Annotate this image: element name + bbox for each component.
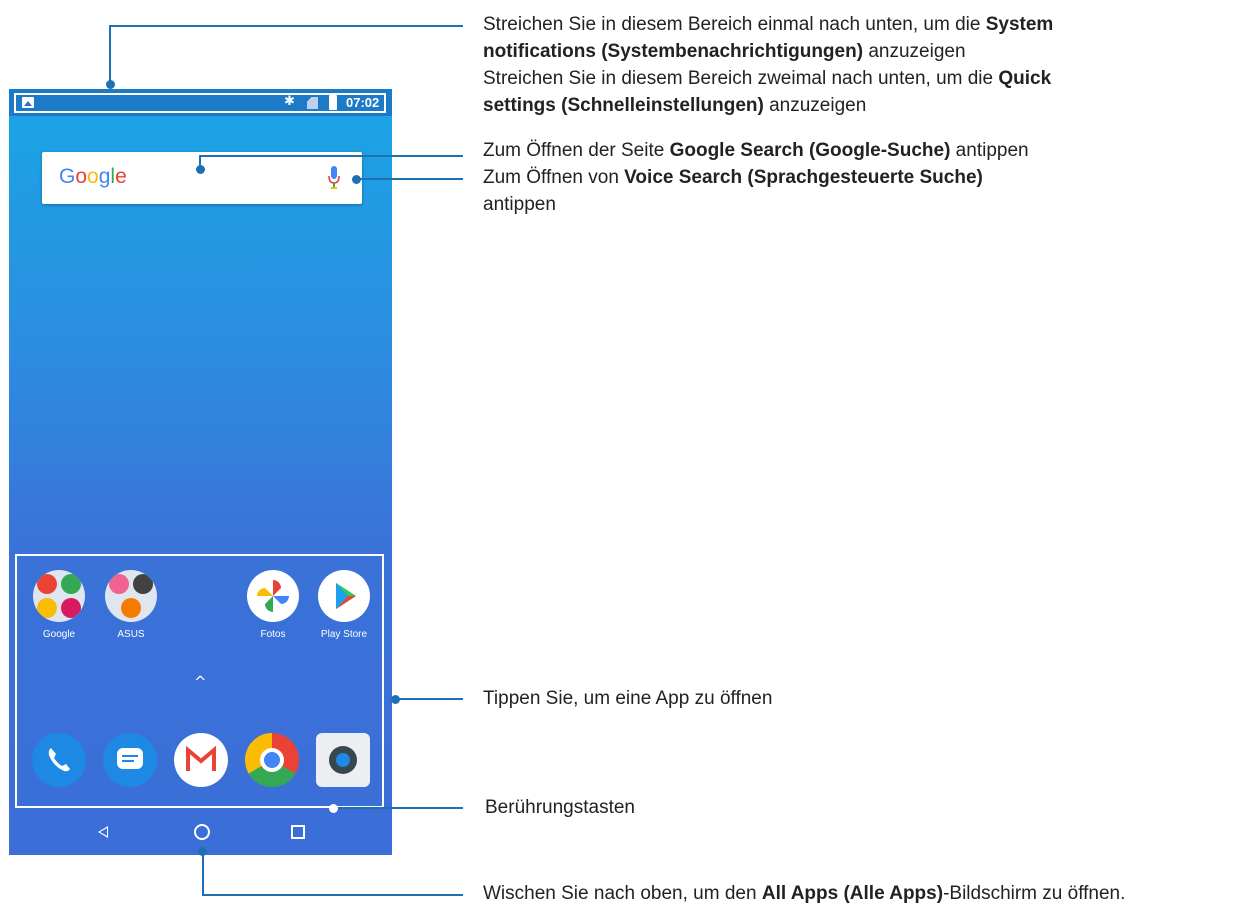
callout-dot: [196, 165, 205, 174]
dock-phone[interactable]: [24, 733, 94, 787]
callout-google-search: Zum Öffnen der Seite Google Search (Goog…: [483, 140, 1029, 161]
app-label: ASUS: [117, 629, 145, 640]
chrome-icon: [245, 733, 299, 787]
status-bar[interactable]: ✱ 07:02: [9, 89, 392, 116]
callout-dot: [329, 804, 338, 813]
callout-line: [202, 851, 204, 896]
play-store-icon: [318, 570, 370, 622]
callout-all-apps: Wischen Sie nach oben, um den All Apps (…: [483, 883, 1126, 904]
google-search-bar[interactable]: Google: [42, 152, 362, 204]
callout-line: [109, 25, 111, 84]
callout-dot: [106, 80, 115, 89]
callout-line: [356, 178, 463, 180]
recents-button-icon[interactable]: [291, 825, 305, 839]
callout-line: [199, 155, 463, 157]
callout-dot: [352, 175, 361, 184]
app-play-store[interactable]: Play Store: [309, 570, 379, 640]
dock-messages[interactable]: [95, 733, 165, 787]
battery-icon: [329, 95, 337, 110]
bluetooth-icon: ✱: [284, 94, 295, 109]
photos-pinwheel-icon: [247, 570, 299, 622]
app-label: Google: [42, 629, 76, 640]
gmail-icon: [174, 733, 228, 787]
callout-dot: [198, 847, 207, 856]
dock-gmail[interactable]: [166, 733, 236, 787]
callout-line: [396, 698, 463, 700]
callout-voice-search: Zum Öffnen von Voice Search (Sprachgeste…: [483, 167, 983, 215]
camera-icon: [316, 733, 370, 787]
app-fotos[interactable]: Fotos: [238, 570, 308, 640]
mic-icon[interactable]: [328, 166, 340, 190]
callout-open-app: Tippen Sie, um eine App zu öffnen: [483, 688, 773, 709]
callout-touch-keys: Berührungstasten: [485, 797, 635, 818]
app-asus[interactable]: ASUS: [96, 570, 166, 640]
callout-line: [334, 807, 463, 809]
app-google[interactable]: Google: [24, 570, 94, 640]
asus-folder-icon: [105, 570, 157, 622]
app-label: Fotos: [260, 629, 286, 640]
status-time: 07:02: [346, 95, 380, 110]
phone-screen: ✱ 07:02 Google Google ASUS Fotos Play St…: [9, 89, 392, 855]
app-label: Play Store: [320, 629, 368, 640]
google-logo: Google: [59, 165, 127, 188]
messages-icon: [103, 733, 157, 787]
all-apps-caret[interactable]: ^: [194, 673, 207, 691]
google-folder-icon: [33, 570, 85, 622]
back-button-icon[interactable]: [98, 826, 108, 838]
callout-dot: [391, 695, 400, 704]
image-notification-icon: [22, 97, 34, 108]
callout-line: [109, 25, 463, 27]
dock-camera[interactable]: [308, 733, 378, 787]
home-button-icon[interactable]: [194, 824, 210, 840]
dock-chrome[interactable]: [237, 733, 307, 787]
phone-icon: [32, 733, 86, 787]
callout-status-bar: Streichen Sie in diesem Bereich einmal n…: [483, 14, 1054, 116]
callout-line: [202, 894, 463, 896]
